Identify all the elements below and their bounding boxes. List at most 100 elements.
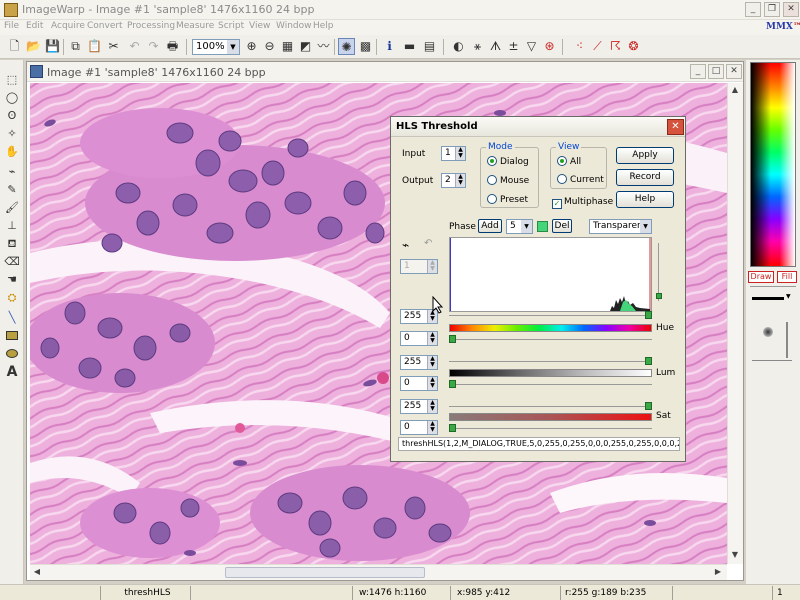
mode-dialog-radio[interactable]: Dialog xyxy=(487,156,529,168)
menu-window[interactable]: Window xyxy=(276,21,312,31)
histogram-icon[interactable]: ▦ xyxy=(279,38,296,55)
dialog-close-icon[interactable]: ✕ xyxy=(667,119,684,135)
merge-icon[interactable]: ᗑ xyxy=(487,38,504,55)
spin-arrows-icon[interactable]: ▲ ▼ xyxy=(427,356,437,369)
slider-knob[interactable] xyxy=(449,424,456,432)
menu-script[interactable]: Script xyxy=(218,21,244,31)
eraser-icon[interactable]: ⌫ xyxy=(4,254,20,270)
line-width-sample[interactable] xyxy=(752,297,784,300)
chevron-down-icon[interactable]: ▼ xyxy=(786,293,791,300)
menu-view[interactable]: View xyxy=(249,21,270,31)
brush-icon[interactable]: 🖌 xyxy=(4,200,20,216)
draw-color-button[interactable]: Draw xyxy=(748,271,774,283)
line-icon[interactable]: ╲ xyxy=(4,310,20,326)
scroll-down-icon[interactable]: ▼ xyxy=(728,548,742,562)
phase-color-swatch[interactable] xyxy=(537,221,548,232)
menu-convert[interactable]: Convert xyxy=(87,21,123,31)
sat-max-slider[interactable] xyxy=(449,402,652,410)
hue-min-slider[interactable] xyxy=(449,335,652,343)
slider-knob[interactable] xyxy=(656,293,662,299)
minimize-button[interactable]: _ xyxy=(745,2,761,17)
image-maximize-button[interactable]: □ xyxy=(708,64,724,79)
undo-icon[interactable]: ↶ xyxy=(126,38,143,55)
info-icon[interactable]: ℹ xyxy=(381,38,398,55)
lum-min-spinner[interactable]: 0 ▲ ▼ xyxy=(400,376,438,391)
add-phase-button[interactable]: Add xyxy=(478,219,502,233)
undo-icon[interactable]: ↶ xyxy=(424,238,432,249)
mode-preset-radio[interactable]: Preset xyxy=(487,194,528,206)
menu-help[interactable]: Help xyxy=(313,21,334,31)
redo-icon[interactable]: ↷ xyxy=(145,38,162,55)
wave-icon[interactable]: 〰 xyxy=(315,38,332,55)
blob-measure-icon[interactable]: ❂ xyxy=(625,38,642,55)
stamp-icon[interactable]: ⊥ xyxy=(4,218,20,234)
view-all-radio[interactable]: All xyxy=(557,156,581,168)
spin-arrows-icon[interactable]: ▲ ▼ xyxy=(427,377,437,390)
hue-max-slider[interactable] xyxy=(449,311,652,319)
brush-size-slider[interactable] xyxy=(786,322,788,358)
scroll-up-icon[interactable]: ▲ xyxy=(728,83,742,97)
smudge-icon[interactable]: ☚ xyxy=(4,272,20,288)
lasso-measure-icon[interactable]: ☈ xyxy=(607,38,624,55)
ellipse-select-icon[interactable]: ◯ xyxy=(4,90,20,106)
sat-min-slider[interactable] xyxy=(449,424,652,432)
color-spectrum[interactable] xyxy=(750,62,796,267)
print-icon[interactable]: 🖶 xyxy=(164,38,181,55)
rect-select-icon[interactable]: ⬚ xyxy=(4,72,20,88)
profile-icon[interactable]: ◩ xyxy=(297,38,314,55)
ellipse-icon[interactable] xyxy=(4,346,20,362)
menu-processing[interactable]: Processing xyxy=(127,21,175,31)
paste-icon[interactable]: 📋 xyxy=(86,38,103,55)
contrast-icon[interactable]: ◐ xyxy=(450,38,467,55)
scroll-thumb[interactable] xyxy=(225,567,425,578)
copy-icon[interactable]: ⧉ xyxy=(67,38,84,55)
transform-icon[interactable]: ⚹ xyxy=(469,38,486,55)
points-icon[interactable]: ⁖ xyxy=(571,38,588,55)
camera-icon[interactable]: ▬ xyxy=(401,38,418,55)
vertical-scrollbar[interactable]: ▲ ▼ xyxy=(727,83,743,564)
image-close-button[interactable]: ✕ xyxy=(726,64,742,79)
slider-knob[interactable] xyxy=(645,311,652,319)
fill-color-button[interactable]: Fill xyxy=(777,271,797,283)
menu-measure[interactable]: Measure xyxy=(176,21,214,31)
spin-arrows-icon[interactable]: ▲ ▼ xyxy=(455,174,465,187)
lasso-icon[interactable]: ʘ xyxy=(4,108,20,124)
menu-edit[interactable]: Edit xyxy=(26,21,43,31)
eyedropper-icon[interactable]: ⌁ xyxy=(402,238,409,252)
view-current-radio[interactable]: Current xyxy=(557,174,604,186)
spin-arrows-icon[interactable]: ▲ ▼ xyxy=(427,260,437,273)
menu-file[interactable]: File xyxy=(4,21,19,31)
spin-arrows-icon[interactable]: ▲ ▼ xyxy=(427,332,437,345)
document-icon[interactable]: ▤ xyxy=(421,38,438,55)
save-icon[interactable]: 💾 xyxy=(44,38,61,55)
image-minimize-button[interactable]: _ xyxy=(690,64,706,79)
scroll-left-icon[interactable]: ◀ xyxy=(30,565,44,579)
open-folder-icon[interactable]: 📂 xyxy=(25,38,42,55)
delete-phase-button[interactable]: Del xyxy=(552,219,572,233)
color-wheel-icon[interactable]: ✺ xyxy=(338,38,355,55)
horizontal-scrollbar[interactable]: ◀ ▶ xyxy=(30,564,727,580)
lum-max-slider[interactable] xyxy=(449,357,652,365)
slot-spinner[interactable]: 1 ▲ ▼ xyxy=(400,259,438,274)
line-measure-icon[interactable]: ⟋ xyxy=(589,38,606,55)
input-spinner[interactable]: 1 ▲ ▼ xyxy=(441,146,466,161)
sat-min-spinner[interactable]: 0 ▲ ▼ xyxy=(400,420,438,435)
target-icon[interactable]: ⊛ xyxy=(541,38,558,55)
record-button[interactable]: Record xyxy=(616,169,674,186)
mode-mouse-radio[interactable]: Mouse xyxy=(487,175,529,187)
help-button[interactable]: Help xyxy=(616,191,674,208)
phase-select[interactable]: 5 ▼ xyxy=(506,219,533,234)
spin-arrows-icon[interactable]: ▲ ▼ xyxy=(427,400,437,413)
opacity-slider[interactable] xyxy=(752,360,792,361)
spin-arrows-icon[interactable]: ▲ ▼ xyxy=(427,421,437,434)
apply-button[interactable]: Apply xyxy=(616,147,674,164)
dialog-title-bar[interactable]: HLS Threshold xyxy=(391,117,685,137)
grid-icon[interactable]: ▩ xyxy=(357,38,374,55)
new-file-icon[interactable]: 🗋 xyxy=(6,38,23,55)
slider-knob[interactable] xyxy=(449,335,456,343)
display-mode-select[interactable]: Transparent ▼ xyxy=(589,219,652,234)
spin-arrows-icon[interactable]: ▲ ▼ xyxy=(455,147,465,160)
sat-max-spinner[interactable]: 255 ▲ ▼ xyxy=(400,399,438,414)
zoom-out-icon[interactable]: ⊖ xyxy=(261,38,278,55)
eyedropper-icon[interactable]: ⌁ xyxy=(4,164,20,180)
